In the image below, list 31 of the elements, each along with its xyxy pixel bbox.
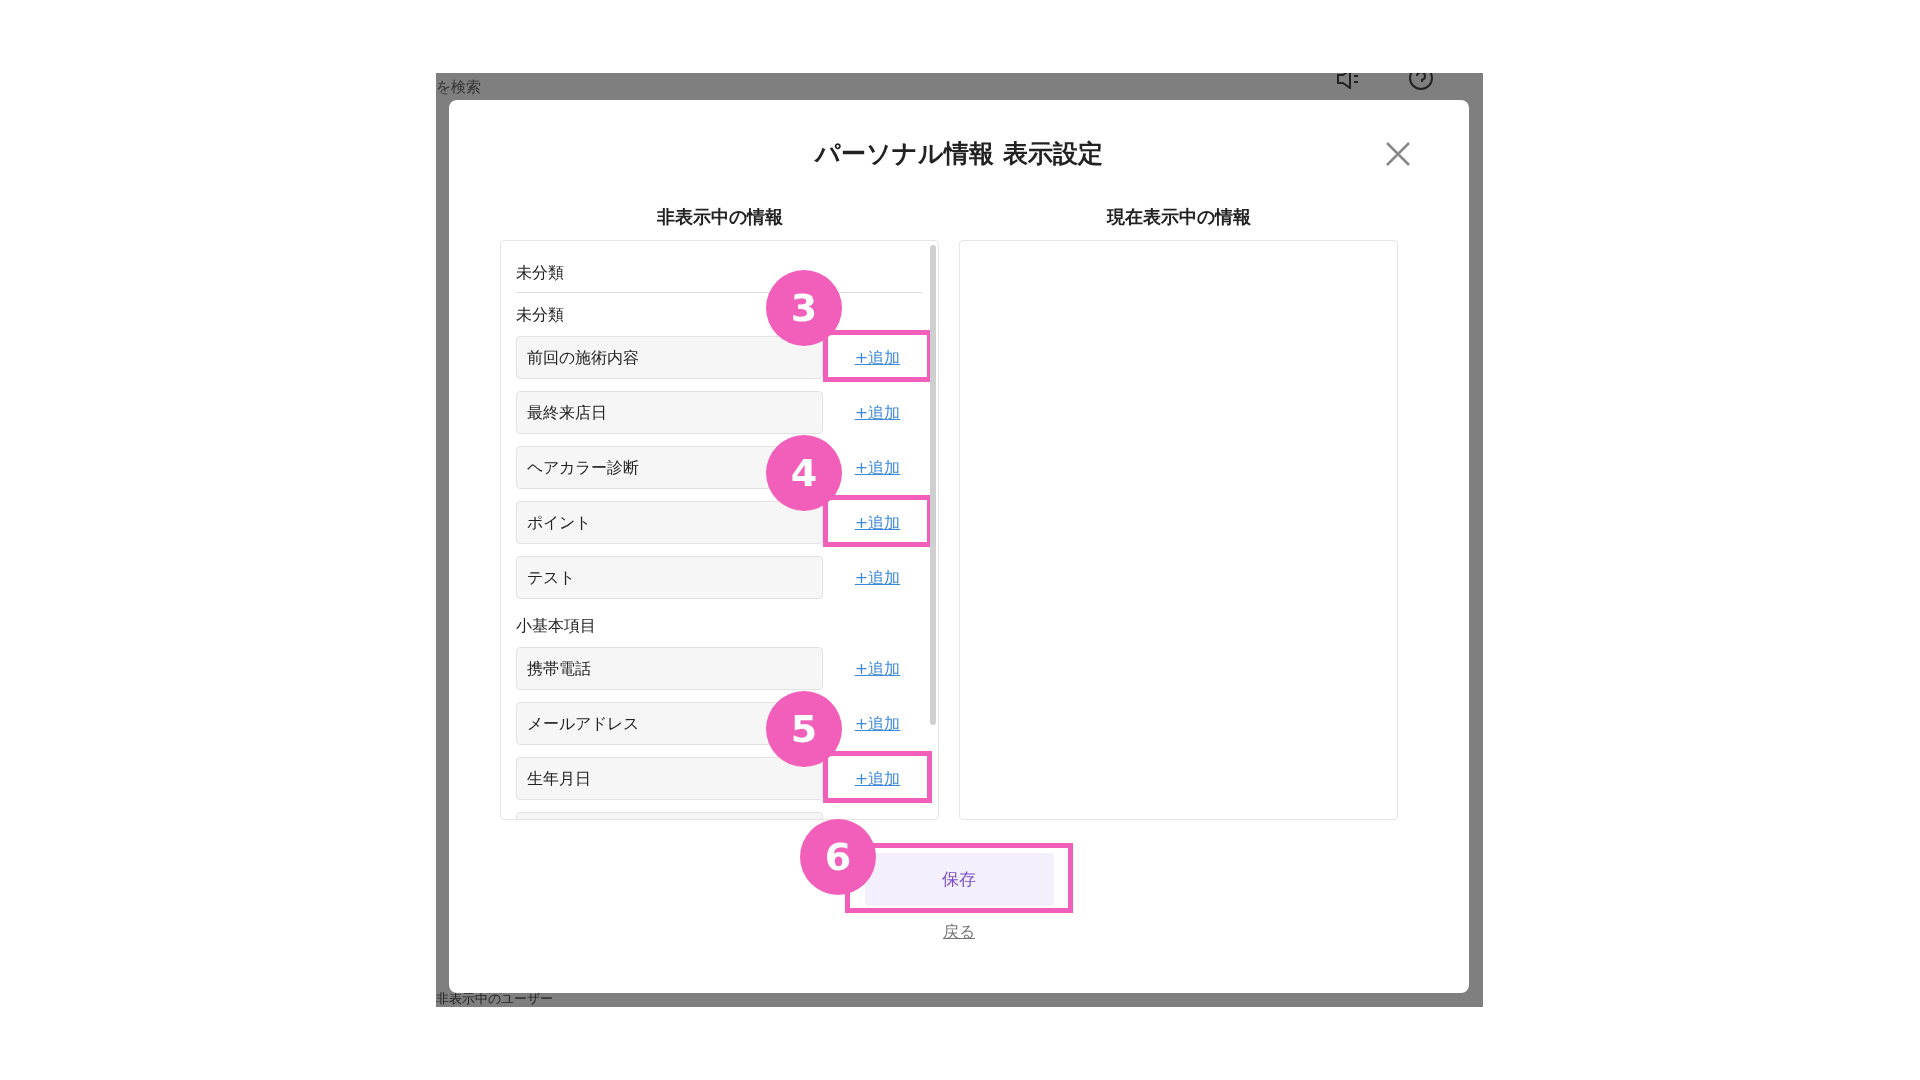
- search-text: を検索: [436, 77, 481, 97]
- close-icon[interactable]: [1385, 141, 1411, 167]
- hidden-users-text: 非表示中のユーザー: [436, 991, 553, 1007]
- add-link[interactable]: +追加: [854, 766, 901, 791]
- info-item: 生年月日: [516, 757, 823, 800]
- add-link[interactable]: +追加: [854, 510, 901, 535]
- info-item: 携帯電話: [516, 647, 823, 690]
- category-heading: 未分類: [516, 262, 564, 284]
- step-number-badge: 5: [766, 691, 842, 767]
- add-link[interactable]: +追加: [854, 711, 901, 736]
- column-heading: 現在表示中の情報: [1105, 205, 1252, 229]
- scrollbar[interactable]: [930, 245, 936, 725]
- dialog-title: パーソナル情報 表示設定: [815, 138, 1103, 170]
- help-icon: [1408, 73, 1434, 91]
- info-item: ポイント: [516, 501, 823, 544]
- back-link[interactable]: 戻る: [943, 920, 975, 944]
- column-heading: 非表示中の情報: [655, 205, 784, 229]
- save-button[interactable]: 保存: [864, 853, 1054, 906]
- info-item: 最終来店日: [516, 391, 823, 434]
- step-number-badge: 6: [800, 819, 876, 895]
- step-number-badge: 4: [766, 435, 842, 511]
- group-heading: 未分類: [516, 304, 564, 326]
- step-number-badge: 3: [766, 270, 842, 346]
- group-heading: 小基本項目: [516, 615, 596, 637]
- info-item: 前回の施術内容: [516, 336, 823, 379]
- add-link[interactable]: +追加: [854, 455, 901, 480]
- add-link[interactable]: +追加: [854, 656, 901, 681]
- add-link[interactable]: +追加: [854, 400, 901, 425]
- info-item: テスト: [516, 556, 823, 599]
- add-link[interactable]: +追加: [854, 565, 901, 590]
- add-link[interactable]: +追加: [854, 345, 901, 370]
